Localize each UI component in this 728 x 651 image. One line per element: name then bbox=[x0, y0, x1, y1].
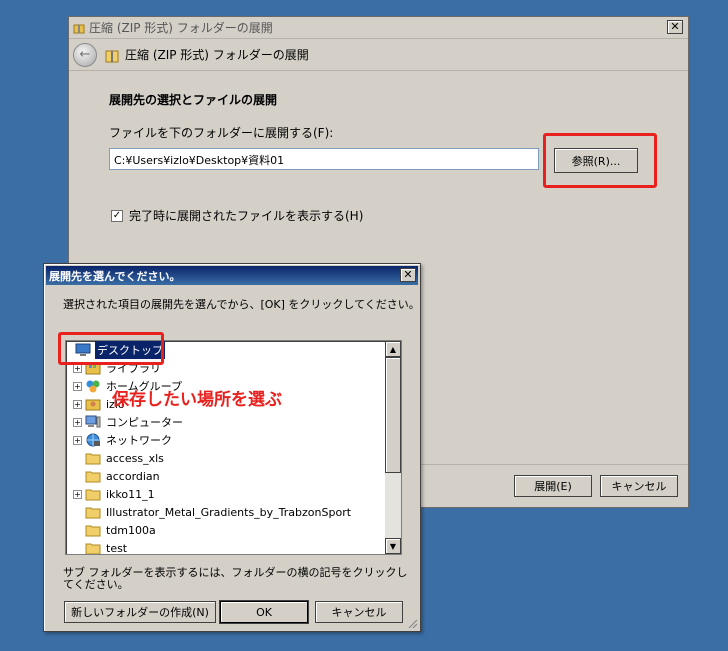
folder-icon bbox=[85, 453, 101, 465]
scroll-thumb[interactable] bbox=[385, 357, 401, 473]
folder-icon bbox=[85, 489, 101, 501]
expand-icon[interactable]: + bbox=[73, 489, 82, 499]
dialog-close-button[interactable]: ✕ bbox=[400, 268, 416, 282]
tree-item-label: コンピューター bbox=[106, 416, 183, 429]
folder-tree-list: デスクトップ + ライブラリ + ホームグループ + izlo + コンピュータ… bbox=[66, 341, 386, 555]
tree-scrollbar[interactable]: ▲ ▼ bbox=[385, 341, 401, 554]
highlight-box-desktop bbox=[58, 332, 164, 365]
browse-folder-dialog: 展開先を選んでください。 ✕ 選択された項目の展開先を選んでから、[OK] をク… bbox=[43, 263, 421, 632]
zip-folder-icon bbox=[105, 50, 119, 62]
back-arrow-icon: ← bbox=[79, 47, 91, 62]
tree-item-label: ikko11_1 bbox=[106, 487, 155, 501]
destination-label: ファイルを下のフォルダーに展開する(F): bbox=[109, 126, 334, 140]
show-files-checkbox[interactable]: ✓ bbox=[111, 209, 123, 222]
folder-icon bbox=[85, 543, 101, 554]
expand-icon[interactable]: + bbox=[73, 417, 82, 427]
section-heading: 展開先の選択とファイルの展開 bbox=[109, 93, 278, 107]
tree-item-folder[interactable]: accordian bbox=[66, 467, 386, 485]
tree-item-network[interactable]: + ネットワーク bbox=[66, 431, 386, 449]
tree-item-label: Illustrator_Metal_Gradients_by_TrabzonSp… bbox=[106, 505, 352, 519]
destination-input[interactable]: C:¥Users¥izlo¥Desktop¥資料01 bbox=[109, 148, 539, 170]
wizard-cancel-button[interactable]: キャンセル bbox=[600, 475, 678, 497]
new-folder-button[interactable]: 新しいフォルダーの作成(N) bbox=[64, 601, 216, 623]
annotation-callout: 保存したい場所を選ぶ bbox=[112, 390, 282, 410]
network-icon bbox=[86, 433, 100, 447]
wizard-navbar: ← 圧縮 (ZIP 形式) フォルダーの展開 bbox=[69, 39, 688, 71]
tree-item-folder[interactable]: tdm100a bbox=[66, 521, 386, 539]
dialog-instruction: 選択された項目の展開先を選んでから、[OK] をクリックしてください。 bbox=[63, 298, 420, 311]
back-button[interactable]: ← bbox=[73, 42, 97, 67]
tree-item-computer[interactable]: + コンピューター bbox=[66, 413, 386, 431]
arrow-down-icon: ▼ bbox=[389, 541, 397, 551]
dialog-hint: サブ フォルダーを表示するには、フォルダーの横の記号をクリックしてください。 bbox=[63, 566, 408, 591]
tree-item-label: access_xls bbox=[106, 451, 164, 465]
tree-item-label: test bbox=[106, 541, 128, 555]
expand-icon[interactable]: + bbox=[73, 399, 82, 409]
ok-button[interactable]: OK bbox=[219, 600, 309, 624]
browse-button[interactable]: 参照(R)... bbox=[554, 148, 638, 173]
zip-folder-icon bbox=[73, 24, 85, 33]
resize-grip-icon[interactable] bbox=[406, 617, 418, 629]
scroll-up-button[interactable]: ▲ bbox=[385, 341, 401, 357]
show-files-label: 完了時に展開されたファイルを表示する(H) bbox=[129, 209, 364, 223]
arrow-up-icon: ▲ bbox=[389, 344, 397, 354]
folder-icon bbox=[85, 471, 101, 483]
tree-item-label: tdm100a bbox=[106, 523, 156, 537]
expand-icon[interactable]: + bbox=[73, 381, 82, 391]
wizard-title: 圧縮 (ZIP 形式) フォルダーの展開 bbox=[89, 21, 273, 35]
folder-icon bbox=[85, 507, 101, 519]
tree-item-label: ネットワーク bbox=[106, 434, 172, 447]
homegroup-icon bbox=[86, 380, 100, 393]
show-files-option[interactable]: ✓ 完了時に展開されたファイルを表示する(H) bbox=[111, 207, 363, 224]
tree-item-folder[interactable]: + ikko11_1 bbox=[66, 485, 386, 503]
extract-button[interactable]: 展開(E) bbox=[514, 475, 592, 497]
tree-item-folder[interactable]: Illustrator_Metal_Gradients_by_TrabzonSp… bbox=[66, 503, 386, 521]
tree-item-folder[interactable]: test bbox=[66, 539, 386, 555]
tree-item-label: accordian bbox=[106, 469, 160, 483]
folder-icon bbox=[85, 525, 101, 537]
scroll-down-button[interactable]: ▼ bbox=[385, 538, 401, 554]
folder-tree[interactable]: デスクトップ + ライブラリ + ホームグループ + izlo + コンピュータ… bbox=[65, 340, 402, 555]
wizard-nav-title: 圧縮 (ZIP 形式) フォルダーの展開 bbox=[125, 48, 309, 62]
wizard-close-button[interactable]: ✕ bbox=[667, 20, 683, 34]
expand-icon[interactable]: + bbox=[73, 435, 82, 445]
dialog-cancel-button[interactable]: キャンセル bbox=[315, 601, 403, 623]
dialog-title: 展開先を選んでください。 bbox=[49, 269, 181, 283]
tree-item-folder[interactable]: access_xls bbox=[66, 449, 386, 467]
computer-icon bbox=[85, 415, 101, 428]
dialog-titlebar: 展開先を選んでください。 ✕ bbox=[46, 266, 418, 285]
user-folder-icon bbox=[85, 399, 101, 411]
wizard-titlebar: 圧縮 (ZIP 形式) フォルダーの展開 ✕ bbox=[69, 17, 688, 39]
